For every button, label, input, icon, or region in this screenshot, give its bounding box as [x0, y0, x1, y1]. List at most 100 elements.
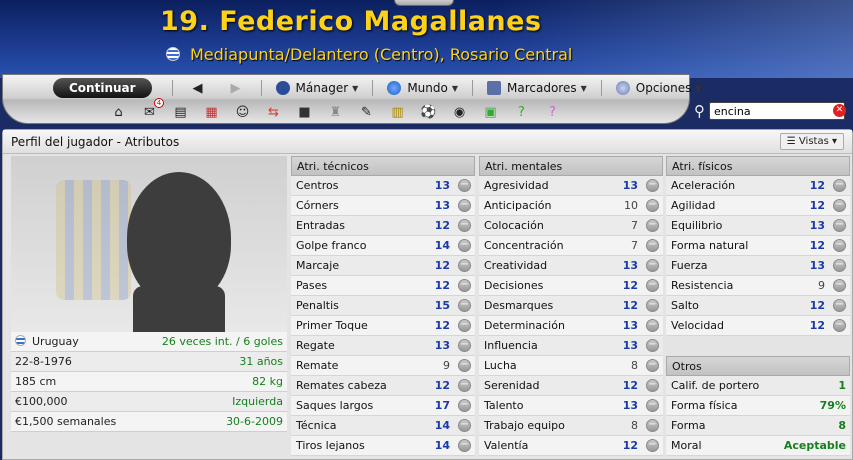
attribute-label: Desmarques — [484, 299, 554, 312]
attribute-label: Aceleración — [671, 179, 736, 192]
minus-button-icon[interactable]: − — [646, 439, 659, 452]
attribute-value: 12 — [622, 299, 638, 312]
attribute-value: 13 — [809, 219, 825, 232]
minus-button-icon[interactable]: − — [833, 319, 846, 332]
back-arrow-icon[interactable]: ◀ — [193, 81, 203, 96]
menu-bookmarks[interactable]: Marcadores ▼ — [487, 81, 587, 95]
info-row: Uruguay 26 veces int. / 6 goles — [11, 332, 287, 352]
inbox-icon[interactable]: ✉ 4 — [140, 97, 164, 122]
menu-options[interactable]: Opciones ▼ — [615, 81, 701, 95]
minus-button-icon[interactable]: − — [646, 179, 659, 192]
minus-button-icon[interactable]: − — [458, 399, 471, 412]
player-position-club: Mediapunta/Delantero (Centro), Rosario C… — [190, 45, 573, 64]
minus-button-icon[interactable]: − — [458, 439, 471, 452]
minus-button-icon[interactable]: − — [458, 259, 471, 272]
minus-button-icon[interactable]: − — [646, 359, 659, 372]
minus-button-icon[interactable]: − — [646, 419, 659, 432]
attribute-row: Forma natural 12− — [666, 236, 850, 256]
info-label-text: Uruguay — [32, 335, 79, 348]
minus-button-icon[interactable]: − — [458, 239, 471, 252]
menu-world[interactable]: Mundo ▼ — [387, 81, 458, 95]
attribute-value: 13 — [809, 259, 825, 272]
help-icon[interactable]: ? — [512, 103, 531, 122]
question-icon[interactable]: ? — [543, 103, 562, 122]
minus-button-icon[interactable]: − — [646, 379, 659, 392]
attribute-value: 13 — [434, 179, 450, 192]
minus-button-icon[interactable]: − — [833, 259, 846, 272]
views-label: Vistas — [798, 136, 829, 147]
player-info-column: Uruguay 26 veces int. / 6 goles 22-8-1976 3… — [11, 156, 287, 459]
attribute-row: Córners 13− — [291, 196, 475, 216]
other-attributes-header: Otros — [666, 356, 850, 376]
attribute-value: 12 — [809, 179, 825, 192]
attribute-value: 17 — [434, 399, 450, 412]
minus-button-icon[interactable]: − — [646, 239, 659, 252]
minus-button-icon[interactable]: − — [646, 399, 659, 412]
minus-button-icon[interactable]: − — [646, 319, 659, 332]
attribute-row: Desmarques 12− — [479, 296, 663, 316]
minus-button-icon[interactable]: − — [833, 239, 846, 252]
scout-icon[interactable]: ✎ — [357, 103, 376, 122]
minus-button-icon[interactable]: − — [646, 299, 659, 312]
info-label-text: €100,000 — [15, 395, 68, 408]
search-input[interactable] — [709, 102, 845, 120]
attribute-value: 14 — [434, 439, 450, 452]
minus-button-icon[interactable]: − — [646, 259, 659, 272]
info-row: 22-8-1976 31 años — [11, 352, 287, 372]
minus-button-icon[interactable]: − — [458, 279, 471, 292]
toolbar-divider — [372, 80, 374, 96]
minus-button-icon[interactable]: − — [646, 339, 659, 352]
minus-button-icon[interactable]: − — [833, 179, 846, 192]
minus-button-icon[interactable]: − — [458, 379, 471, 392]
minus-button-icon[interactable]: − — [833, 299, 846, 312]
trophy-icon[interactable]: ♜ — [326, 103, 345, 122]
attribute-row: Equilibrio 13− — [666, 216, 850, 236]
notes-icon[interactable]: ▥ — [388, 103, 407, 122]
home-icon[interactable]: ⌂ — [109, 103, 128, 122]
minus-button-icon[interactable]: − — [458, 199, 471, 212]
match-icon[interactable]: ⚽ — [419, 103, 438, 122]
finances-icon[interactable]: ▣ — [481, 103, 500, 122]
attribute-row: Calif. de portero 1 — [666, 376, 850, 396]
minus-button-icon[interactable]: − — [458, 419, 471, 432]
technical-attributes-list: Centros 13− Córners 13− Entradas 12− Golpe fra… — [291, 176, 475, 456]
minus-button-icon[interactable]: − — [458, 319, 471, 332]
views-button[interactable]: ☰ Vistas ▾ — [779, 133, 844, 150]
attribute-value: 12 — [622, 379, 638, 392]
attribute-label: Remate — [296, 359, 339, 372]
minus-button-icon[interactable]: − — [458, 299, 471, 312]
attribute-label: Pases — [296, 279, 328, 292]
tactics-icon[interactable]: ■ — [295, 103, 314, 122]
minus-button-icon[interactable]: − — [458, 339, 471, 352]
continue-button[interactable]: Continuar — [53, 78, 152, 98]
attribute-label: Concentración — [484, 239, 564, 252]
minus-button-icon[interactable]: − — [646, 199, 659, 212]
info-row: 185 cm 82 kg — [11, 372, 287, 392]
transfers-icon[interactable]: ⇆ — [264, 103, 283, 122]
minus-button-icon[interactable]: − — [646, 219, 659, 232]
clear-search-icon[interactable]: ✕ — [833, 104, 846, 117]
attribute-label: Entradas — [296, 219, 345, 232]
minus-button-icon[interactable]: − — [646, 279, 659, 292]
attribute-row: Técnica 14− — [291, 416, 475, 436]
search-icon[interactable]: ⚲ — [694, 102, 705, 120]
attribute-value: 13 — [622, 319, 638, 332]
minus-button-icon[interactable]: − — [833, 199, 846, 212]
calendar-icon[interactable]: ▦ — [202, 103, 221, 122]
minus-button-icon[interactable]: − — [833, 279, 846, 292]
minus-button-icon[interactable]: − — [833, 219, 846, 232]
minus-button-icon[interactable]: − — [458, 359, 471, 372]
binoculars-icon[interactable]: ◉ — [450, 103, 469, 122]
minus-button-icon[interactable]: − — [458, 219, 471, 232]
squad-icon[interactable]: ☺ — [233, 103, 252, 122]
forward-arrow-icon[interactable]: ▶ — [231, 81, 241, 96]
mental-attributes-header: Atri. mentales — [479, 156, 663, 176]
attribute-label: Golpe franco — [296, 239, 367, 252]
attribute-value: 13 — [622, 399, 638, 412]
news-icon[interactable]: ▤ — [171, 103, 190, 122]
minus-button-icon[interactable]: − — [458, 179, 471, 192]
player-subtitle: Mediapunta/Delantero (Centro), Rosario C… — [166, 45, 572, 64]
menu-manager[interactable]: Mánager ▼ — [275, 81, 358, 95]
panel-title: Perfil del jugador - Atributos — [11, 134, 180, 149]
attribute-row: Remates cabeza 12− — [291, 376, 475, 396]
